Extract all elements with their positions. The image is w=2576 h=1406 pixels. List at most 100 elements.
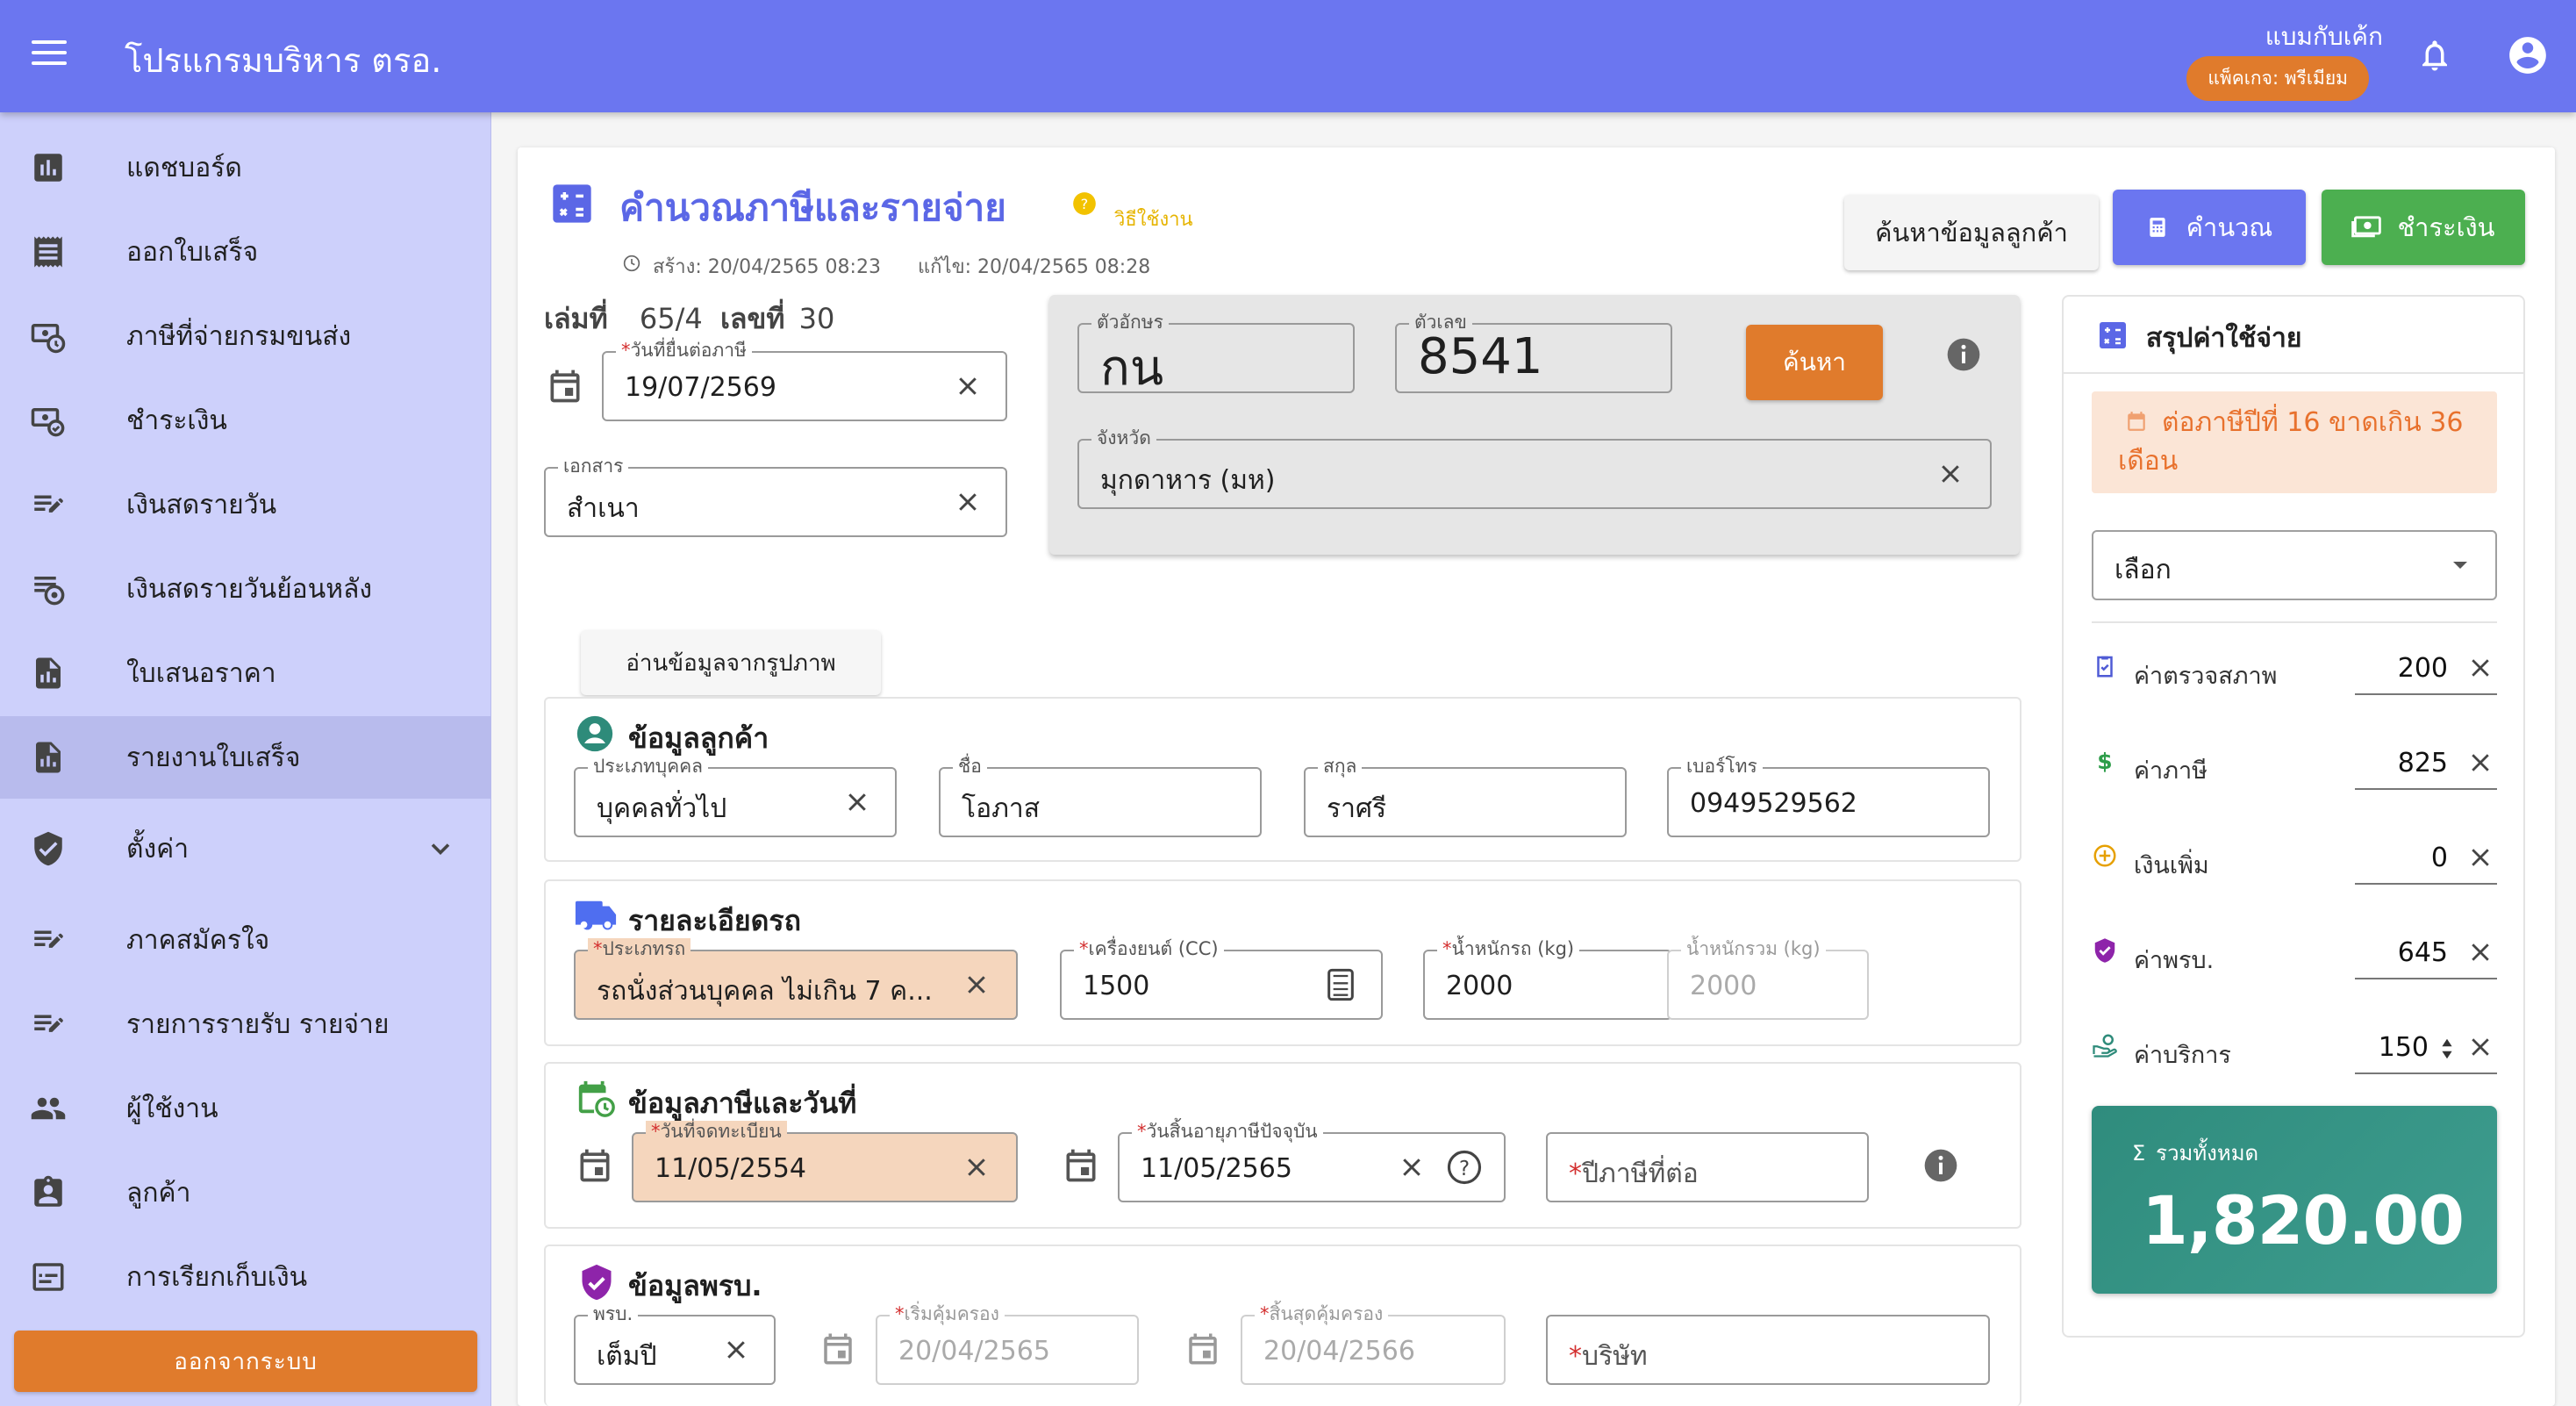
cost-label: ค่าบริการ bbox=[2134, 1042, 2231, 1069]
sidebar-item-label: ออกใบเสร็จ bbox=[126, 236, 259, 268]
clear-icon[interactable] bbox=[844, 789, 870, 815]
cost-input[interactable]: 200 bbox=[2355, 644, 2497, 695]
clear-icon[interactable] bbox=[2467, 1034, 2494, 1060]
engine-cc-field[interactable]: *เครื่องยนต์ (CC) 1500 bbox=[1060, 938, 1383, 1020]
sidebar-item-14[interactable]: การเรียกเก็บเงิน bbox=[0, 1236, 491, 1318]
logout-button[interactable]: ออกจากระบบ bbox=[14, 1331, 477, 1392]
person-type-field[interactable]: ประเภทบุคคล บุคคลทั่วไป bbox=[574, 756, 897, 837]
vehicle-type-label: ประเภทรถ bbox=[602, 938, 686, 959]
bell-icon[interactable] bbox=[2416, 35, 2453, 75]
clear-icon[interactable] bbox=[2467, 939, 2494, 965]
sidebar-item-12[interactable]: ผู้ใช้งาน bbox=[0, 1067, 491, 1150]
tax-date-field[interactable]: *วันที่ยื่นต่อภาษี 19/07/2569 bbox=[602, 340, 1007, 421]
vehicle-weight-field[interactable]: *น้ำหนักรถ (kg) 2000 bbox=[1423, 938, 1672, 1020]
vehicle-type-field[interactable]: *ประเภทรถ รถนั่งส่วนบุคคล ไม่เกิน 7 ค... bbox=[574, 938, 1018, 1020]
help-link[interactable]: วิธีใช้งาน bbox=[1114, 204, 1193, 234]
engine-cc-label: เครื่องยนต์ (CC) bbox=[1088, 938, 1219, 959]
sidebar-item-7[interactable]: ใบเสนอราคา bbox=[0, 632, 491, 714]
page-title: คำนวณภาษีและรายจ่าย bbox=[619, 186, 1006, 229]
clear-icon[interactable] bbox=[2467, 750, 2494, 776]
tax-expiry-field[interactable]: *วันสิ้นอายุภาษีปัจจุบัน 11/05/2565 ? bbox=[1118, 1121, 1506, 1202]
hamburger-menu-icon[interactable] bbox=[32, 40, 67, 72]
stepper-icon[interactable] bbox=[2441, 1036, 2453, 1062]
divider bbox=[2062, 372, 2525, 374]
dollar-icon: $ bbox=[2097, 749, 2112, 774]
first-name-field[interactable]: ชื่อ โอภาส bbox=[939, 756, 1262, 837]
calendar-icon[interactable] bbox=[576, 1146, 614, 1185]
sidebar-item-label: ภาคสมัครใจ bbox=[126, 924, 270, 956]
gross-weight-field: น้ำหนักรวม (kg) 2000 bbox=[1667, 938, 1869, 1020]
pay-button[interactable]: ชำระเงิน bbox=[2322, 190, 2525, 265]
sidebar-item-6[interactable]: เงินสดรายวันย้อนหลัง bbox=[0, 548, 491, 630]
clear-icon[interactable] bbox=[963, 1154, 990, 1180]
info-icon[interactable] bbox=[1923, 1148, 1958, 1183]
sidebar-item-1[interactable]: แดชบอร์ด bbox=[0, 126, 491, 209]
clear-icon[interactable] bbox=[963, 972, 990, 998]
sidebar-item-2[interactable]: ออกใบเสร็จ bbox=[0, 211, 491, 293]
calculate-button[interactable]: คำนวณ bbox=[2113, 190, 2306, 265]
clear-icon[interactable] bbox=[2467, 844, 2494, 871]
account-icon[interactable] bbox=[2506, 33, 2550, 77]
question-circle-icon[interactable]: ? bbox=[1446, 1149, 1483, 1186]
clear-icon[interactable] bbox=[723, 1337, 749, 1363]
find-customer-button[interactable]: ค้นหาข้อมูลลูกค้า bbox=[1844, 195, 2099, 270]
clear-icon[interactable] bbox=[955, 489, 981, 515]
help-icon[interactable]: ? bbox=[1072, 191, 1097, 216]
document-field[interactable]: เอกสาร สำเนา bbox=[544, 456, 1007, 537]
clear-icon[interactable] bbox=[1399, 1154, 1425, 1180]
read-from-image-button[interactable]: อ่านข้อมูลจากรูปภาพ bbox=[581, 630, 881, 695]
plate-number-field[interactable]: ตัวเลข 8541 bbox=[1395, 312, 1672, 393]
book-label: เล่มที่ bbox=[544, 302, 608, 335]
calendar-icon[interactable] bbox=[546, 367, 584, 405]
first-name-label: ชื่อ bbox=[953, 756, 987, 777]
calendar-icon[interactable] bbox=[1062, 1146, 1100, 1185]
clear-icon[interactable] bbox=[2467, 655, 2494, 681]
search-button[interactable]: ค้นหา bbox=[1746, 325, 1883, 400]
prb-type-field[interactable]: พรบ. เต็มปี bbox=[574, 1303, 776, 1385]
info-icon[interactable] bbox=[1946, 337, 1981, 372]
last-name-field[interactable]: สกุล ราศรี bbox=[1304, 756, 1627, 837]
plate-letters-field[interactable]: ตัวอักษร กน bbox=[1077, 312, 1355, 397]
registration-date-field[interactable]: *วันที่จดทะเบียน 11/05/2554 bbox=[632, 1121, 1018, 1202]
clear-icon[interactable] bbox=[955, 373, 981, 399]
sidebar-item-3[interactable]: ภาษีที่จ่ายกรมขนส่ง bbox=[0, 295, 491, 377]
cost-input[interactable]: 825 bbox=[2355, 739, 2497, 790]
tax-year-field[interactable]: *ปีภาษีที่ต่อ bbox=[1546, 1132, 1869, 1202]
phone-value: 0949529562 bbox=[1690, 788, 1857, 819]
insurance-company-field[interactable]: *บริษัท bbox=[1546, 1315, 1990, 1385]
shield-icon bbox=[34, 831, 62, 866]
sidebar-item-10[interactable]: ภาคสมัครใจ bbox=[0, 899, 491, 981]
cost-input[interactable]: 150 bbox=[2355, 1023, 2497, 1074]
sidebar-item-5[interactable]: เงินสดรายวัน bbox=[0, 463, 491, 546]
cost-input[interactable]: 645 bbox=[2355, 929, 2497, 979]
phone-field[interactable]: เบอร์โทร 0949529562 bbox=[1667, 756, 1990, 837]
service-hand-icon bbox=[2093, 1034, 2117, 1058]
calculator-outline-icon[interactable] bbox=[1323, 965, 1358, 1004]
calendar-icon bbox=[824, 1333, 852, 1365]
sidebar-item-9[interactable]: ตั้งค่า bbox=[0, 807, 491, 890]
province-field[interactable]: จังหวัด มุกดาหาร (มห) bbox=[1077, 427, 1992, 509]
sidebar-item-label: ชำระเงิน bbox=[126, 405, 227, 436]
document-value: สำเนา bbox=[567, 493, 640, 524]
prb-type-value: เต็มปี bbox=[597, 1341, 657, 1372]
sidebar-item-11[interactable]: รายการรายรับ รายจ่าย bbox=[0, 983, 491, 1065]
history-money-icon bbox=[31, 324, 66, 354]
chevron-down-icon[interactable] bbox=[425, 833, 456, 864]
sidebar-item-8[interactable]: รายงานใบเสร็จ bbox=[0, 716, 491, 799]
last-name-label: สกุล bbox=[1318, 756, 1363, 777]
tax-year-placeholder: ปีภาษีที่ต่อ bbox=[1582, 1159, 1699, 1189]
number-label: เลขที่ bbox=[719, 302, 785, 335]
cost-value: 200 bbox=[2397, 653, 2448, 684]
clear-icon[interactable] bbox=[1937, 461, 1964, 487]
sidebar-item-4[interactable]: ชำระเงิน bbox=[0, 379, 491, 462]
sidebar-item-13[interactable]: ลูกค้า bbox=[0, 1151, 491, 1234]
created-time: สร้าง: 20/04/2565 08:23 bbox=[653, 256, 881, 278]
svg-text:?: ? bbox=[1081, 196, 1089, 212]
users-icon bbox=[31, 1097, 66, 1120]
cost-input[interactable]: 0 bbox=[2355, 834, 2497, 885]
select-dropdown[interactable]: เลือก bbox=[2092, 530, 2497, 600]
first-name-value: โอภาส bbox=[962, 793, 1041, 824]
calculator-icon bbox=[2100, 322, 2126, 348]
coverage-start-field: *เริ่มคุ้มครอง 20/04/2565 bbox=[876, 1303, 1139, 1385]
person-circle-icon bbox=[576, 715, 613, 752]
